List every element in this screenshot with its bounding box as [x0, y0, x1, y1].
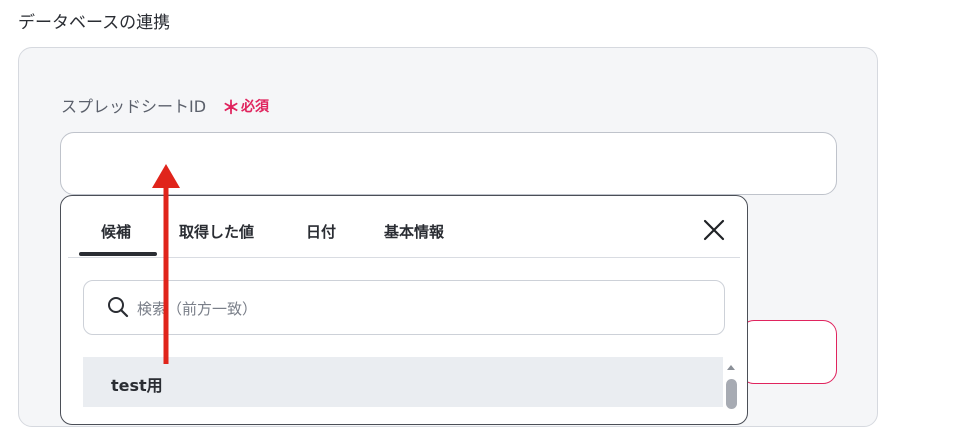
- list-item-label: test用: [111, 376, 163, 395]
- annotation-arrow: [152, 164, 180, 364]
- tab-retrieved-values[interactable]: 取得した値: [179, 221, 254, 242]
- section-title: データベースの連携: [18, 13, 171, 33]
- close-icon: [703, 219, 725, 241]
- required-asterisk: ＊: [222, 98, 240, 119]
- scrollbar-thumb[interactable]: [726, 379, 737, 409]
- spreadsheet-id-label: スプレッドシートID: [61, 97, 207, 116]
- list-item[interactable]: [83, 357, 723, 407]
- search-icon: [108, 297, 129, 318]
- close-button[interactable]: [701, 217, 727, 243]
- tab-candidates[interactable]: 候補: [101, 221, 131, 242]
- required-field-error[interactable]: [740, 320, 837, 384]
- active-tab-indicator: [79, 252, 157, 256]
- tab-basic-info[interactable]: 基本情報: [384, 221, 444, 242]
- tab-date[interactable]: 日付: [306, 221, 336, 242]
- required-label: 必須: [241, 99, 269, 115]
- chevron-up-icon[interactable]: [726, 363, 736, 371]
